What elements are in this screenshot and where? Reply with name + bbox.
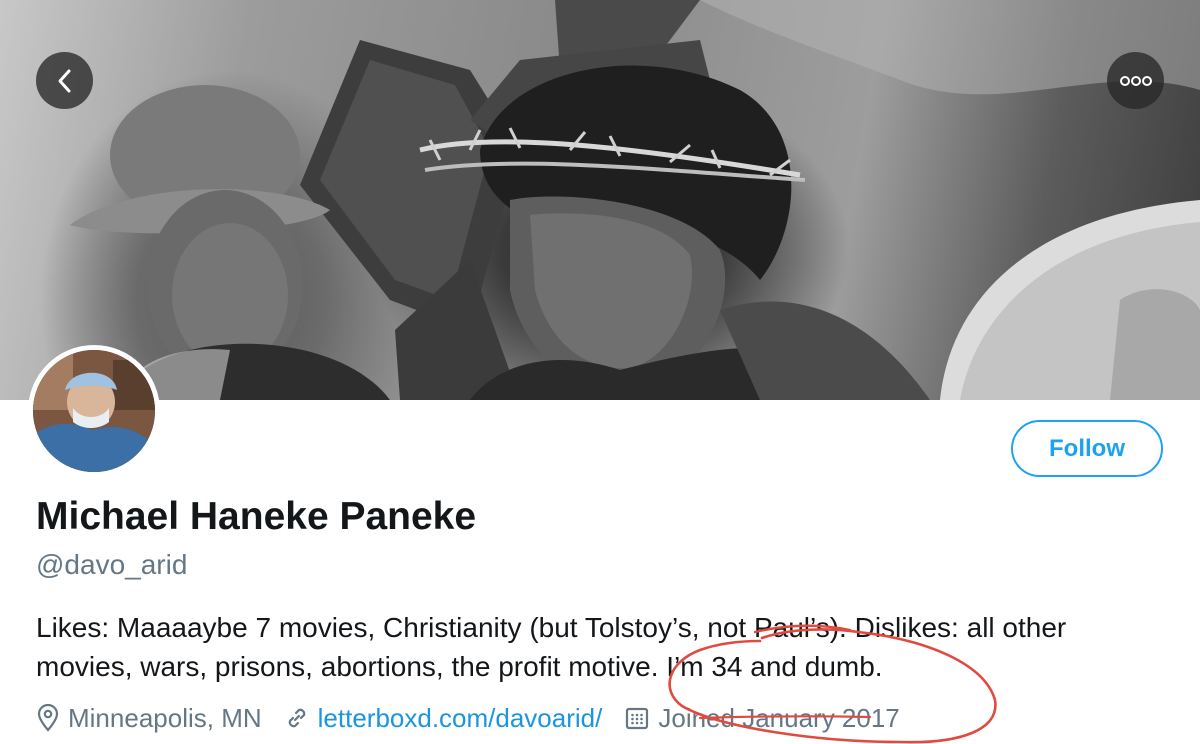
link-icon bbox=[284, 705, 310, 731]
location-item: Minneapolis, MN bbox=[36, 703, 262, 734]
profile-meta: Minneapolis, MN letterboxd.com/davoarid/… bbox=[36, 700, 922, 736]
more-horizontal-icon bbox=[1119, 75, 1152, 86]
profile-handle: @davo_arid bbox=[36, 549, 188, 580]
avatar[interactable] bbox=[28, 345, 160, 477]
profile-bio: Likes: Maaaaybe 7 movies, Christianity (… bbox=[36, 608, 1186, 686]
chevron-left-icon bbox=[58, 69, 70, 92]
joined-item: Joined January 2017 bbox=[624, 702, 900, 734]
follow-button[interactable]: Follow bbox=[1011, 420, 1163, 477]
banner-photo bbox=[0, 0, 1200, 400]
bio-line: Likes: Maaaaybe 7 movies, Christianity (… bbox=[36, 612, 1067, 643]
website-link[interactable]: letterboxd.com/davoarid/ bbox=[318, 703, 603, 734]
more-options-button[interactable] bbox=[1107, 52, 1164, 109]
avatar-photo bbox=[33, 350, 155, 472]
calendar-icon bbox=[624, 705, 650, 731]
location-pin-icon bbox=[36, 704, 60, 732]
back-button[interactable] bbox=[36, 52, 93, 109]
profile-name: Michael Haneke Paneke bbox=[36, 495, 477, 538]
bio-line: movies, wars, prisons, abortions, the pr… bbox=[36, 651, 883, 682]
profile-banner bbox=[0, 0, 1200, 400]
location-text: Minneapolis, MN bbox=[68, 702, 262, 733]
website-item[interactable]: letterboxd.com/davoarid/ bbox=[284, 703, 603, 734]
joined-text: Joined January 2017 bbox=[658, 702, 900, 733]
